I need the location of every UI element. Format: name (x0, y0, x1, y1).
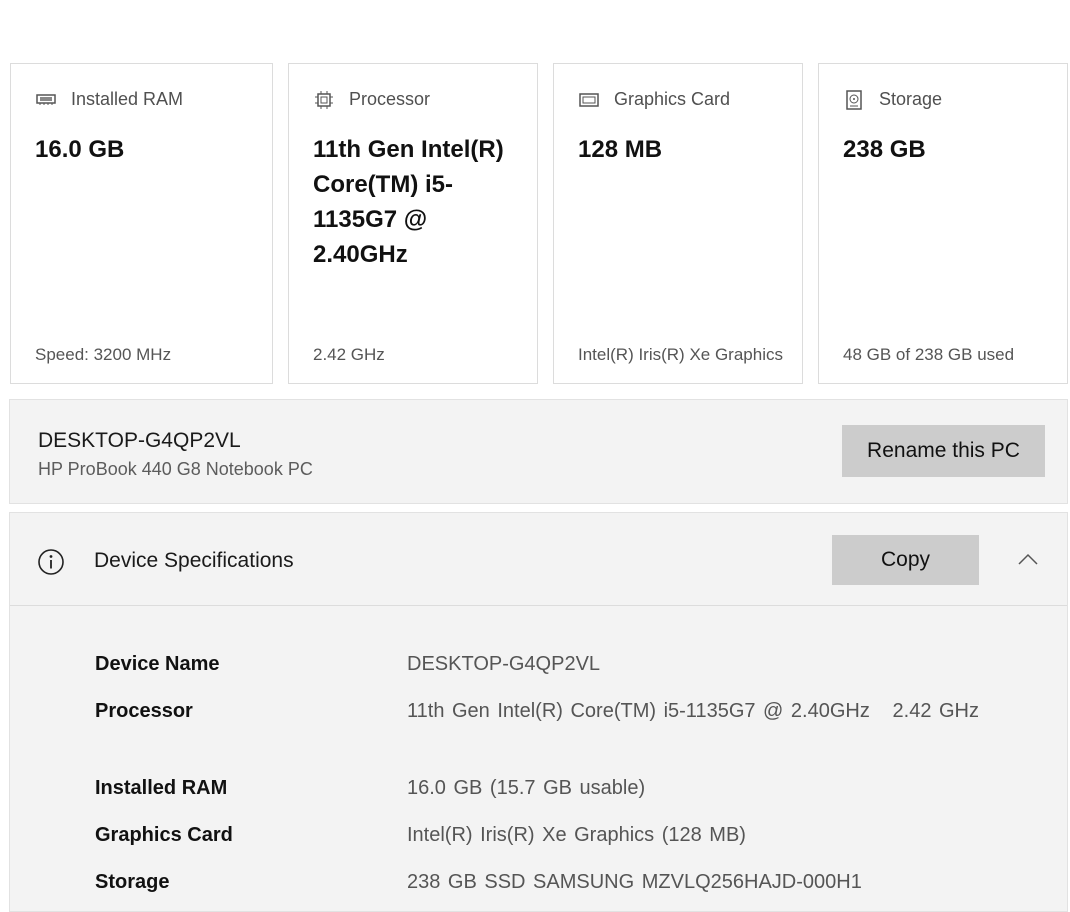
info-icon (37, 548, 65, 576)
card-value: 11th Gen Intel(R) Core(TM) i5-1135G7 @ 2… (313, 136, 504, 268)
pc-model: HP ProBook 440 G8 Notebook PC (38, 459, 313, 479)
processor-icon (313, 90, 335, 110)
ram-icon (35, 90, 57, 110)
card-label: Installed RAM (71, 89, 184, 109)
device-specifications-title: Device Specifications (94, 549, 294, 572)
card-label: Graphics Card (614, 89, 731, 109)
spec-value: 11th Gen Intel(R) Core(TM) i5-1135G7 @ 2… (407, 700, 979, 722)
card-value: 128 MB (578, 136, 663, 163)
card-value: 238 GB (843, 136, 926, 163)
spec-value: DESKTOP-G4QP2VL (407, 653, 601, 675)
card-label: Storage (879, 89, 943, 109)
card-subtext: Intel(R) Iris(R) Xe Graphics (578, 345, 783, 364)
card-value: 16.0 GB (35, 136, 125, 163)
spec-value: 238 GB SSD SAMSUNG MZVLQ256HAJD-000H1 (407, 871, 862, 893)
device-specifications-panel: Device Specifications Copy Device Name D… (9, 512, 1068, 912)
card-graphics-card: Graphics Card 128 MB Intel(R) Iris(R) Xe… (553, 63, 803, 384)
spec-value: Intel(R) Iris(R) Xe Graphics (128 MB) (407, 824, 746, 846)
card-processor: Processor 11th Gen Intel(R) Core(TM) i5-… (288, 63, 538, 384)
spec-key: Processor (95, 700, 193, 722)
card-storage: Storage 238 GB 48 GB of 238 GB used (818, 63, 1068, 384)
device-specifications-header[interactable]: Device Specifications Copy (10, 513, 1067, 606)
card-label: Processor (349, 89, 431, 109)
spec-value: 16.0 GB (15.7 GB usable) (407, 777, 646, 799)
spec-key: Device Name (95, 653, 220, 675)
copy-button[interactable]: Copy (832, 535, 979, 585)
spec-key: Graphics Card (95, 824, 233, 846)
pc-name: DESKTOP-G4QP2VL (38, 429, 241, 452)
card-subtext: 48 GB of 238 GB used (843, 345, 1015, 364)
spec-key: Installed RAM (95, 777, 228, 799)
spec-key: Storage (95, 871, 170, 893)
storage-icon (843, 89, 865, 110)
card-subtext: Speed: 3200 MHz (35, 345, 172, 364)
pc-name-panel: DESKTOP-G4QP2VL HP ProBook 440 G8 Notebo… (9, 399, 1068, 504)
rename-pc-button[interactable]: Rename this PC (842, 425, 1045, 477)
chevron-up-icon[interactable] (1016, 549, 1040, 569)
card-installed-ram: Installed RAM 16.0 GB Speed: 3200 MHz (10, 63, 273, 384)
graphics-card-icon (578, 90, 600, 110)
card-subtext: 2.42 GHz (313, 345, 385, 364)
